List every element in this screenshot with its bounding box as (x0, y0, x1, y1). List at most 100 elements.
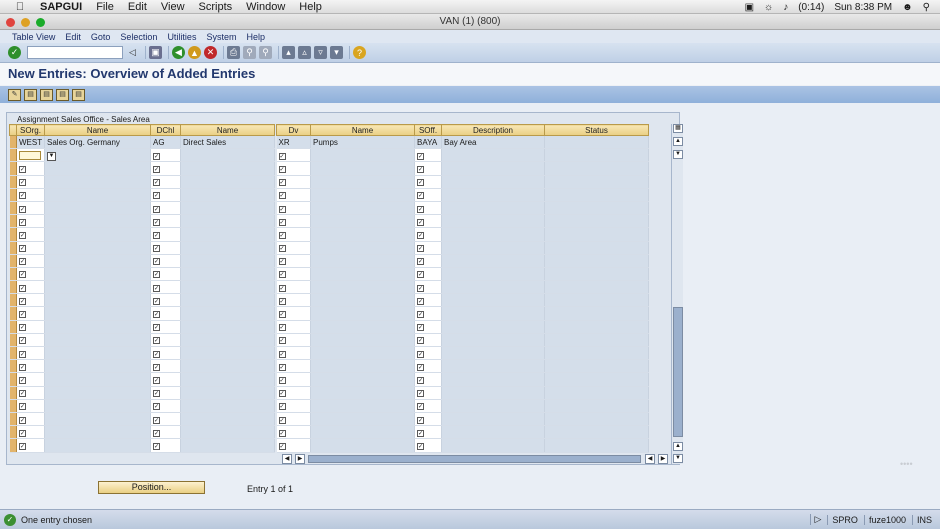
dv-cell[interactable]: ✓ (276, 333, 311, 348)
dchl-cell[interactable]: ✓ (150, 425, 181, 440)
soff-cell[interactable]: ✓ (414, 148, 442, 163)
soff-cell[interactable]: ✓ (414, 241, 442, 255)
soff-cell[interactable]: ✓ (414, 201, 442, 216)
dv-cell[interactable]: ✓ (276, 386, 311, 400)
dchl-cell[interactable]: ✓ (150, 188, 181, 202)
checkbox[interactable]: ✓ (417, 363, 424, 371)
soff-cell[interactable]: ✓ (414, 293, 442, 308)
checkbox[interactable]: ✓ (19, 218, 26, 226)
row-selector[interactable] (9, 135, 17, 150)
dv-cell[interactable]: ✓ (276, 346, 311, 361)
row-selector[interactable] (9, 346, 17, 361)
dchl-cell[interactable]: ✓ (150, 227, 181, 242)
checkbox[interactable]: ✓ (19, 376, 26, 384)
exit-icon[interactable]: ▲ (188, 46, 201, 59)
checkbox[interactable]: ✓ (278, 231, 286, 239)
sorg-cell[interactable]: ✓ (16, 320, 45, 334)
sorg-cell[interactable]: ✓ (16, 412, 45, 427)
checkbox[interactable]: ✓ (417, 324, 424, 332)
dv-cell[interactable]: ✓ (276, 241, 311, 255)
position-button[interactable]: Position... (98, 481, 205, 494)
checkbox[interactable]: ✓ (153, 376, 160, 384)
checkbox[interactable]: ✓ (153, 165, 160, 173)
sorg-input[interactable] (19, 150, 41, 160)
checkbox[interactable]: ✓ (278, 258, 286, 266)
checkbox[interactable]: ✓ (19, 271, 26, 279)
menu-edit[interactable]: Edit (65, 32, 81, 42)
sorg-cell[interactable]: ✓ (16, 386, 45, 400)
checkbox[interactable]: ✓ (417, 245, 424, 253)
header-sorg[interactable]: SOrg. (16, 124, 45, 136)
checkbox[interactable]: ✓ (417, 192, 424, 200)
soff-cell[interactable]: ✓ (414, 306, 442, 321)
dchl-cell[interactable]: ✓ (150, 280, 181, 295)
sorg-cell[interactable]: ✓ (16, 201, 45, 216)
scroll-right-icon[interactable]: ▶ (295, 454, 305, 464)
checkbox[interactable]: ✓ (19, 442, 26, 450)
dv-cell[interactable]: ✓ (276, 254, 311, 268)
checkbox[interactable]: ✓ (153, 416, 160, 424)
checkbox[interactable]: ✓ (153, 324, 160, 332)
dv-cell[interactable]: ✓ (276, 227, 311, 242)
checkbox[interactable]: ✓ (417, 205, 424, 213)
soff-cell[interactable]: ✓ (414, 412, 442, 427)
scroll-up-icon[interactable]: ▲ (673, 137, 683, 146)
soff-cell[interactable]: ✓ (414, 175, 442, 189)
select-all-column[interactable] (9, 124, 17, 136)
wifi-icon[interactable]: ☼ (764, 2, 773, 13)
dchl-cell[interactable]: ✓ (150, 372, 181, 387)
row-selector[interactable] (9, 188, 17, 202)
copy-as-icon[interactable]: ▤ (24, 88, 37, 101)
row-selector[interactable] (9, 412, 17, 427)
menu-selection[interactable]: Selection (120, 32, 157, 42)
header-description[interactable]: Description (441, 124, 545, 136)
dchl-cell[interactable]: ✓ (150, 254, 181, 268)
checkbox[interactable]: ✓ (278, 218, 286, 226)
checkbox[interactable]: ✓ (153, 179, 160, 187)
checkbox[interactable]: ✓ (19, 311, 26, 319)
row-selector[interactable] (9, 293, 17, 308)
checkbox[interactable]: ✓ (278, 429, 286, 437)
dchl-cell[interactable]: ✓ (150, 399, 181, 413)
soff-cell[interactable]: ✓ (414, 399, 442, 413)
soff-cell[interactable]: ✓ (414, 359, 442, 374)
row-selector[interactable] (9, 227, 17, 242)
sorg-cell[interactable]: ✓ (16, 425, 45, 440)
dv-cell[interactable]: ✓ (276, 188, 311, 202)
soff-cell[interactable]: ✓ (414, 214, 442, 229)
dchl-cell[interactable]: ✓ (150, 306, 181, 321)
dv-cell[interactable]: ✓ (276, 399, 311, 413)
menu-utilities[interactable]: Utilities (167, 32, 196, 42)
clock[interactable]: Sun 8:38 PM (834, 2, 892, 13)
checkbox[interactable]: ✓ (417, 297, 424, 305)
command-history-icon[interactable]: ◁ (126, 46, 139, 59)
checkbox[interactable]: ✓ (417, 218, 424, 226)
dchl-cell[interactable]: ✓ (150, 214, 181, 229)
row-selector[interactable] (9, 425, 17, 440)
checkbox[interactable]: ✓ (19, 350, 26, 358)
checkbox[interactable]: ✓ (278, 284, 286, 292)
checkbox[interactable]: ✓ (417, 152, 424, 160)
soff-cell[interactable]: ✓ (414, 227, 442, 242)
soff-cell[interactable]: ✓ (414, 320, 442, 334)
dv-cell[interactable]: ✓ (276, 320, 311, 334)
row-selector[interactable] (9, 241, 17, 255)
sorg-cell[interactable]: ✓ (16, 399, 45, 413)
checkbox[interactable]: ✓ (417, 165, 424, 173)
screen-icon[interactable]: ▣ (745, 2, 754, 13)
dchl-cell[interactable]: ✓ (150, 412, 181, 427)
dchl-cell[interactable]: ✓ (150, 386, 181, 400)
checkbox[interactable]: ✓ (278, 152, 286, 160)
checkbox[interactable]: ✓ (19, 324, 26, 332)
soff-cell[interactable]: ✓ (414, 188, 442, 202)
row-selector[interactable] (9, 161, 17, 176)
dv-cell[interactable]: ✓ (276, 412, 311, 427)
checkbox[interactable]: ✓ (417, 179, 424, 187)
row-selector[interactable] (9, 201, 17, 216)
sorg-cell[interactable]: ✓ (16, 254, 45, 268)
sorg-cell[interactable]: ✓ (16, 188, 45, 202)
dropdown-icon[interactable]: ▼ (47, 151, 56, 161)
checkbox[interactable]: ✓ (278, 416, 286, 424)
row-selector[interactable] (9, 438, 17, 453)
save-icon[interactable]: ▣ (149, 46, 162, 59)
